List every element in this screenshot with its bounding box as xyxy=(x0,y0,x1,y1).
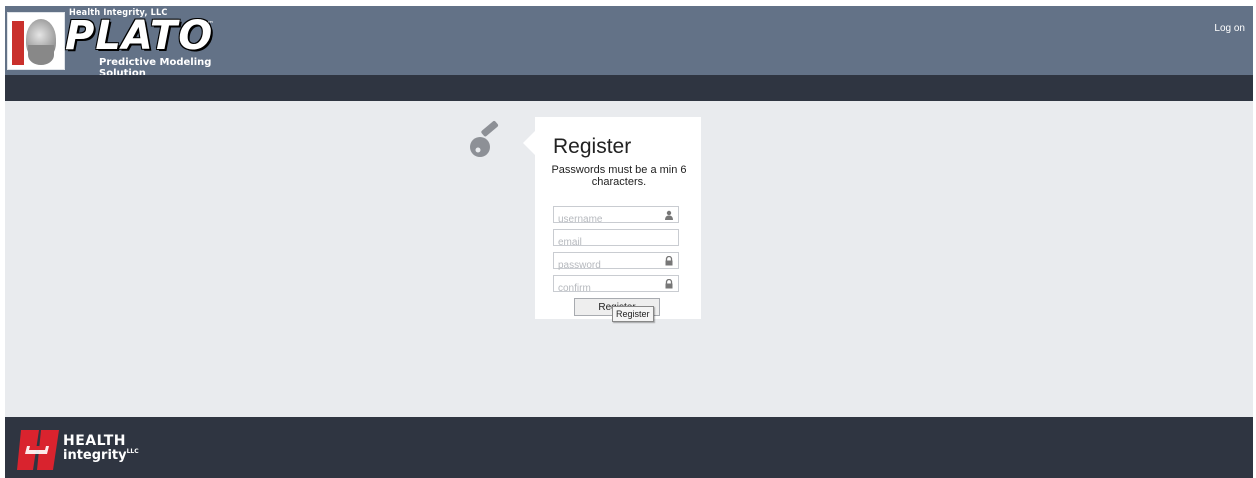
log-on-link[interactable]: Log on xyxy=(1214,23,1245,34)
main-content: Register Passwords must be a min 6 chara… xyxy=(5,101,1253,417)
confirm-password-field[interactable] xyxy=(553,275,679,296)
health-integrity-logo-icon xyxy=(17,430,59,470)
trademark-symbol: ™ xyxy=(207,20,214,28)
plato-logo: Health Integrity, LLC PLATO ™ Predictive… xyxy=(7,8,237,79)
username-input[interactable] xyxy=(554,212,658,227)
plato-bust-logo-icon xyxy=(7,12,65,70)
product-name: PLATO xyxy=(65,13,214,59)
nav-bar xyxy=(5,75,1253,101)
footer: HEALTH integrityLLC xyxy=(5,417,1253,478)
footer-brand-integrity-text: integrity xyxy=(63,448,127,463)
password-input[interactable] xyxy=(554,258,658,273)
lock-icon xyxy=(665,256,673,266)
panel-pointer xyxy=(523,131,535,155)
password-field[interactable] xyxy=(553,252,679,273)
register-title: Register xyxy=(553,135,632,158)
email-field[interactable] xyxy=(553,229,679,250)
header: Health Integrity, LLC PLATO ™ Predictive… xyxy=(5,6,1253,79)
footer-brand-health: HEALTH xyxy=(63,433,126,449)
lock-icon xyxy=(665,279,673,289)
email-input[interactable] xyxy=(554,235,658,250)
footer-brand-llc: LLC xyxy=(126,448,139,455)
key-icon xyxy=(470,121,499,157)
register-tooltip: Register xyxy=(612,306,654,322)
password-requirement-text: Passwords must be a min 6 characters. xyxy=(551,164,687,188)
register-panel: Register Passwords must be a min 6 chara… xyxy=(523,117,701,319)
username-field[interactable] xyxy=(553,206,679,227)
footer-brand-integrity: integrityLLC xyxy=(63,448,139,463)
user-icon xyxy=(665,210,673,220)
confirm-password-input[interactable] xyxy=(554,281,658,296)
